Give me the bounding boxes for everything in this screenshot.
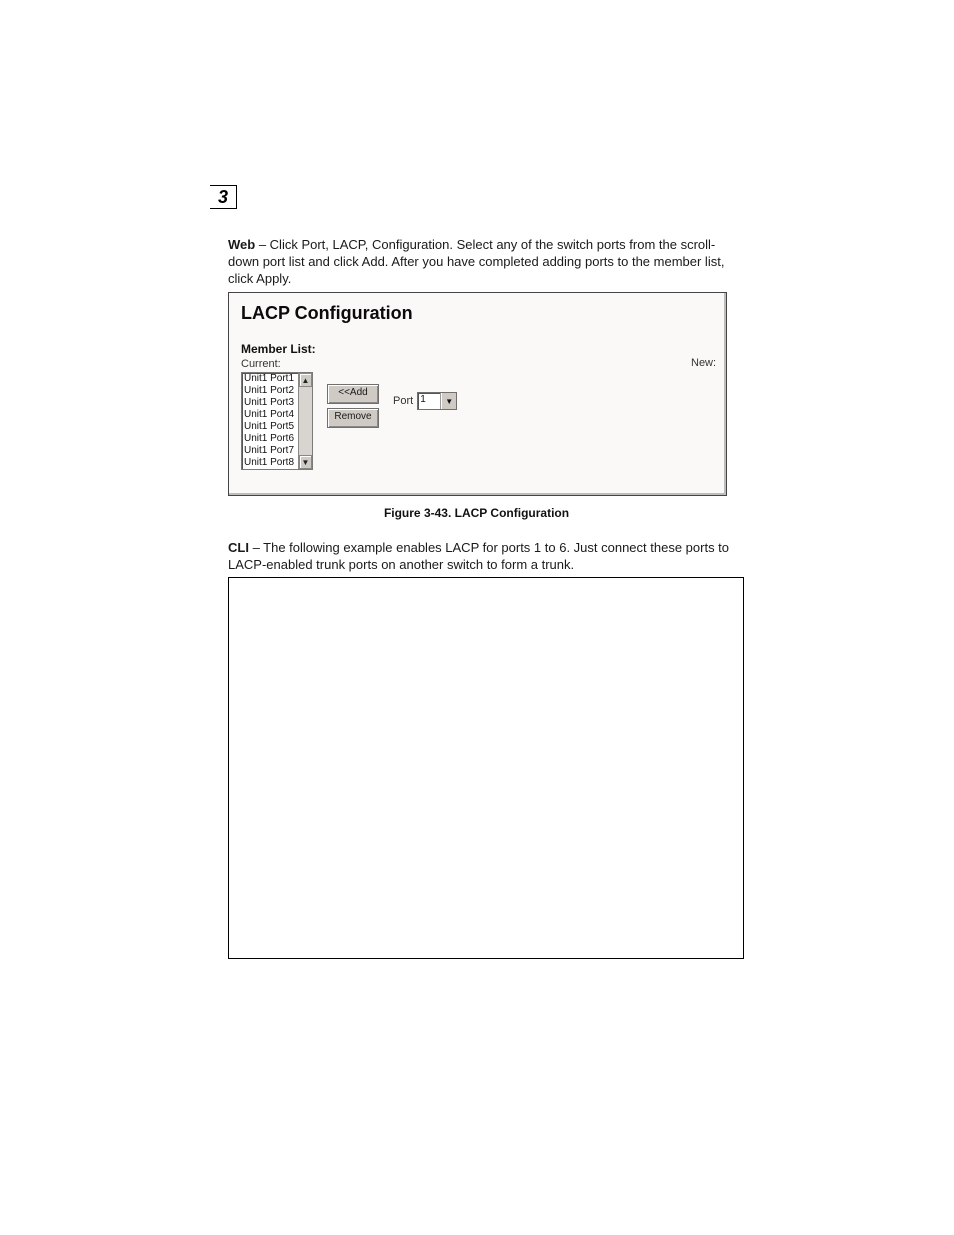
cli-paragraph: CLI – The following example enables LACP… xyxy=(228,540,740,574)
scroll-up-button[interactable]: ▲ xyxy=(299,373,312,387)
port-label: Port xyxy=(393,395,413,407)
port-value: 1 xyxy=(418,393,441,409)
current-listbox[interactable]: Unit1 Port1 Unit1 Port2 Unit1 Port3 Unit… xyxy=(241,372,313,470)
remove-button[interactable]: Remove xyxy=(327,408,379,428)
chevron-down-icon[interactable]: ▼ xyxy=(441,393,456,409)
cli-lead: CLI xyxy=(228,540,249,555)
cli-example-box xyxy=(228,577,744,959)
add-button[interactable]: <<Add xyxy=(327,384,379,404)
figure-caption: Figure 3-43. LACP Configuration xyxy=(228,506,725,520)
member-list-label: Member List: xyxy=(241,342,714,356)
chapter-number: 3 xyxy=(218,188,228,206)
web-text: – Click Port, LACP, Configuration. Selec… xyxy=(228,237,724,286)
figure-title: LACP Configuration xyxy=(241,303,714,324)
port-dropdown[interactable]: 1 ▼ xyxy=(417,392,457,410)
current-label: Current: xyxy=(241,358,313,370)
web-paragraph: Web – Click Port, LACP, Configuration. S… xyxy=(228,237,730,288)
scroll-down-button[interactable]: ▼ xyxy=(299,455,312,469)
cli-text-body: – The following example enables LACP for… xyxy=(228,540,729,572)
figure-screenshot: LACP Configuration Member List: Current:… xyxy=(228,292,727,496)
web-lead: Web xyxy=(228,237,255,252)
new-label: New: xyxy=(691,357,716,369)
listbox-scrollbar[interactable]: ▲ ▼ xyxy=(298,373,312,469)
chapter-badge: 3 xyxy=(210,185,237,209)
